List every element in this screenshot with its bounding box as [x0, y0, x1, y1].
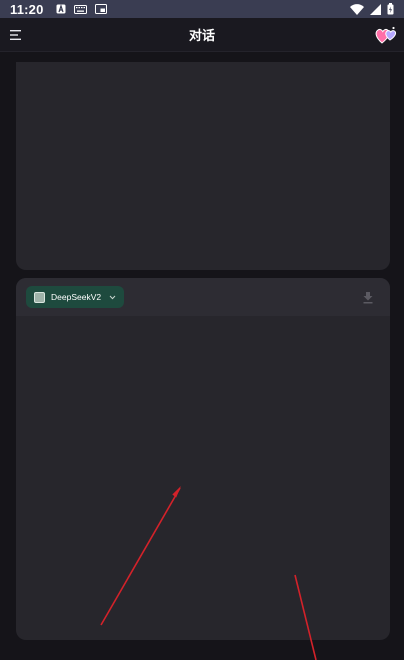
- wifi-icon: [350, 3, 364, 15]
- download-icon[interactable]: [362, 291, 374, 304]
- status-time: 11:20: [10, 1, 44, 17]
- menu-icon[interactable]: [8, 27, 24, 43]
- conversation-card: DeepSeekV2: [16, 278, 390, 640]
- model-square-icon: [34, 291, 45, 303]
- hearts-icon[interactable]: [374, 24, 398, 46]
- model-selector-chip[interactable]: DeepSeekV2: [26, 286, 125, 308]
- app-bar: 对话: [0, 18, 404, 52]
- signal-icon: [370, 3, 381, 15]
- status-right-icons: [350, 3, 394, 15]
- picture-in-picture-icon: [94, 4, 107, 14]
- previous-conversation-card: [16, 62, 390, 270]
- chevron-down-icon: [109, 295, 116, 299]
- page-title: 对话: [188, 28, 215, 43]
- keyboard-icon: [73, 4, 87, 14]
- model-name-label: DeepSeekV2: [51, 292, 102, 302]
- a-icon: [56, 4, 66, 14]
- conversation-card-header: DeepSeekV2: [16, 278, 390, 316]
- status-left-icons: [56, 4, 107, 14]
- status-bar: 11:20: [0, 0, 404, 18]
- battery-icon: [387, 3, 394, 15]
